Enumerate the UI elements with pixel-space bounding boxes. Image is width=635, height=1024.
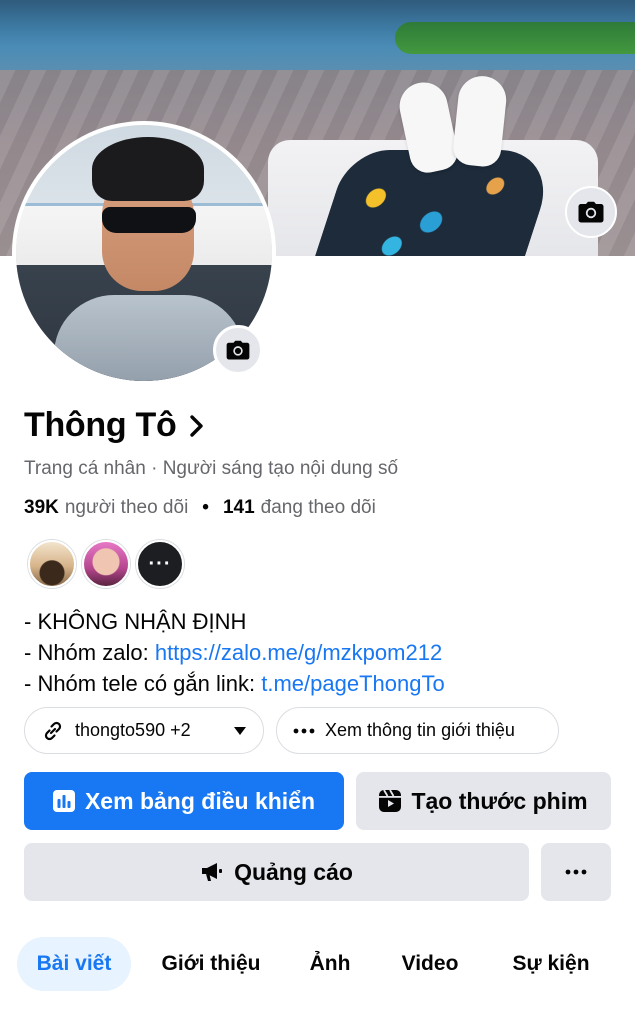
view-dashboard-button[interactable]: Xem bảng điều khiển [24, 772, 344, 830]
cover-hedge [395, 22, 635, 54]
bio-line: - Nhóm tele có gắn link: t.me/pageThongT… [24, 668, 445, 699]
camera-icon [226, 340, 250, 360]
cover-slipper [451, 73, 509, 169]
follow-stats: 39K người theo dõi • 141 đang theo dõi [24, 497, 376, 519]
profile-tabs: Bài viết Giới thiệu Ảnh Video Sự kiện [17, 937, 617, 991]
ads-label: Quảng cáo [234, 858, 353, 885]
reel-icon [379, 790, 402, 812]
tab-photos[interactable]: Ảnh [295, 937, 365, 991]
about-chip-label: Xem thông tin giới thiệu [325, 720, 515, 740]
links-chip[interactable]: thongto590 +2 [24, 707, 264, 754]
bio-line-prefix: - Nhóm tele có gắn link: [24, 671, 262, 696]
stats-separator: • [202, 497, 209, 518]
friend-avatar[interactable] [28, 540, 76, 588]
avatar-hair [92, 137, 204, 201]
bar-chart-icon [52, 790, 75, 812]
following-label[interactable]: đang theo dõi [261, 497, 376, 519]
profile-name-row[interactable]: Thông Tô [24, 406, 204, 445]
bio-line: - Nhóm zalo: https://zalo.me/g/mzkpom212 [24, 637, 445, 668]
tab-about[interactable]: Giới thiệu [151, 937, 271, 991]
following-count[interactable]: 141 [223, 497, 255, 519]
more-horizontal-icon [565, 869, 587, 875]
avatar-camera-button[interactable] [213, 325, 263, 375]
profile-name: Thông Tô [24, 406, 177, 444]
friend-avatar[interactable] [82, 540, 130, 588]
zalo-link[interactable]: https://zalo.me/g/mzkpom212 [155, 640, 442, 665]
more-horizontal-icon: ··· [148, 552, 172, 575]
telegram-link[interactable]: t.me/pageThongTo [261, 671, 444, 696]
tab-posts[interactable]: Bài viết [17, 937, 131, 991]
link-icon [41, 719, 65, 743]
more-horizontal-icon [293, 728, 315, 734]
more-options-button[interactable] [541, 843, 611, 901]
camera-icon [578, 201, 604, 223]
friend-avatars: ··· [28, 540, 184, 588]
create-reel-label: Tạo thước phim [411, 787, 588, 814]
bio: - KHÔNG NHẬN ĐỊNH - Nhóm zalo: https://z… [24, 606, 445, 699]
tab-videos[interactable]: Video [387, 937, 473, 991]
megaphone-icon [200, 861, 224, 883]
friends-more-button[interactable]: ··· [136, 540, 184, 588]
bio-line-prefix: - Nhóm zalo: [24, 640, 155, 665]
links-chip-label: thongto590 +2 [75, 720, 191, 740]
avatar-sunglasses [102, 207, 196, 233]
view-dashboard-label: Xem bảng điều khiển [84, 787, 316, 814]
ads-button[interactable]: Quảng cáo [24, 843, 529, 901]
followers-label[interactable]: người theo dõi [65, 497, 188, 519]
create-reel-button[interactable]: Tạo thước phim [356, 772, 611, 830]
bio-line: - KHÔNG NHẬN ĐỊNH [24, 609, 247, 634]
chevron-right-icon [188, 414, 204, 438]
profile-subtitle: Trang cá nhân · Người sáng tạo nội dung … [24, 458, 399, 479]
cover-camera-button[interactable] [565, 186, 617, 238]
caret-down-icon [233, 726, 247, 736]
tab-events[interactable]: Sự kiện [493, 937, 609, 991]
followers-count[interactable]: 39K [24, 497, 59, 519]
about-chip[interactable]: Xem thông tin giới thiệu [276, 707, 559, 754]
